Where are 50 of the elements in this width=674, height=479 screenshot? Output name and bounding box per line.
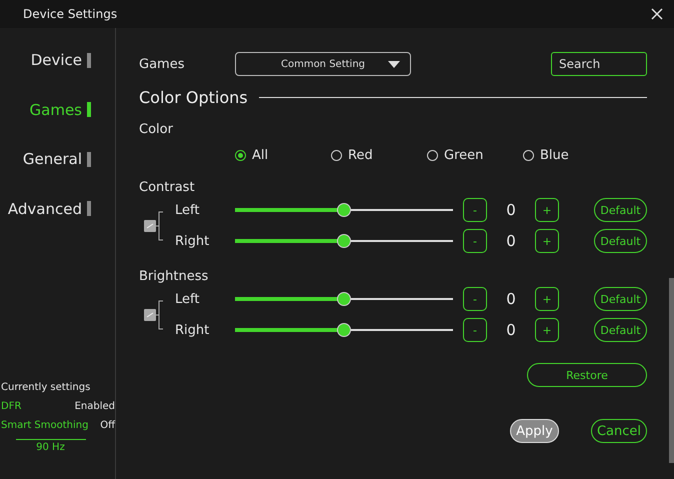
color-radio[interactable]: Green (427, 148, 484, 162)
decrease-button[interactable]: - (463, 287, 487, 311)
color-radio[interactable]: Blue (523, 148, 569, 162)
value-text: 0 (505, 290, 517, 308)
color-radio[interactable]: Red (331, 148, 373, 162)
increase-button[interactable]: + (535, 318, 559, 342)
sidebar-item[interactable]: General (22, 149, 91, 169)
close-icon[interactable] (650, 7, 664, 21)
restore-button[interactable]: Restore (527, 363, 647, 387)
cancel-button[interactable]: Cancel (591, 419, 647, 443)
channel-label: Left (175, 202, 200, 218)
default-button[interactable]: Default (594, 318, 647, 342)
slider-thumb[interactable] (337, 203, 351, 217)
color-label: Color (139, 122, 173, 136)
section-heading: Color Options (139, 88, 248, 106)
channel-label: Right (175, 322, 210, 338)
value-text: 0 (505, 201, 517, 219)
caret-icon (388, 61, 400, 68)
default-button[interactable]: Default (594, 198, 647, 222)
decrease-button[interactable]: - (463, 318, 487, 342)
decrease-button[interactable]: - (463, 198, 487, 222)
setting-value: Enabled (74, 401, 115, 414)
group-label: Contrast (139, 180, 195, 194)
value-text: 0 (505, 321, 517, 339)
current-settings-title: Currently settings (0, 382, 92, 395)
value-text: 0 (505, 232, 517, 250)
slider-thumb[interactable] (337, 323, 351, 337)
default-button[interactable]: Default (594, 287, 647, 311)
increase-button[interactable]: + (535, 229, 559, 253)
group-label: Brightness (139, 268, 208, 284)
sidebar-item[interactable]: Games (30, 100, 91, 120)
slider-thumb[interactable] (337, 234, 351, 248)
games-label: Games (139, 56, 186, 72)
setting-name: Smart Smoothing (1, 420, 88, 433)
sidebar-item[interactable]: Advanced (8, 198, 91, 218)
setting-value: Off (100, 420, 115, 433)
channel-label: Left (175, 292, 200, 306)
profile-dropdown[interactable]: Common Setting (235, 52, 411, 76)
refresh-rate: 90 Hz (16, 439, 86, 453)
increase-button[interactable]: + (535, 287, 559, 311)
color-radio[interactable]: All (235, 148, 268, 162)
slider-thumb[interactable] (337, 292, 351, 306)
setting-name: DFR (1, 401, 22, 414)
window-title: Device Settings (23, 7, 118, 21)
sidebar-item[interactable]: Device (30, 50, 91, 70)
search-field[interactable]: Search (551, 52, 647, 76)
default-button[interactable]: Default (594, 229, 647, 253)
increase-button[interactable]: + (535, 198, 559, 222)
channel-label: Right (175, 234, 210, 248)
decrease-button[interactable]: - (463, 229, 487, 253)
